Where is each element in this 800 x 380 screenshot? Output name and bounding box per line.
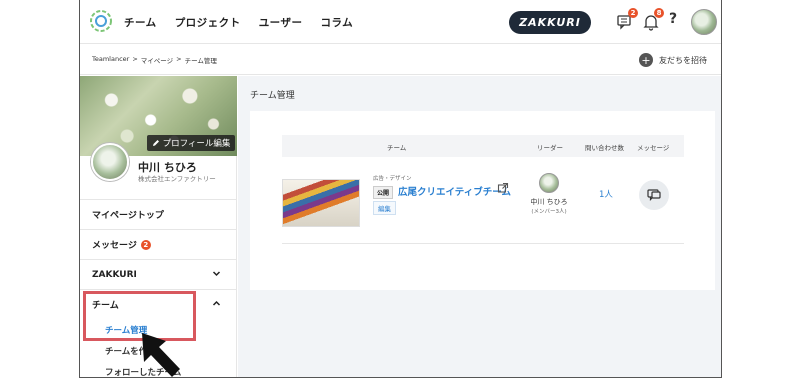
nav-column[interactable]: コラム [320, 15, 353, 30]
invite-label: 友だちを招待 [659, 55, 707, 65]
visibility-badge: 公開 [373, 186, 394, 199]
app-frame: チーム プロジェクト ユーザー コラム ZAKKURI 2 8 ? Teamla… [79, 0, 722, 378]
page-title: チーム管理 [250, 91, 295, 101]
profile-avatar [91, 143, 129, 181]
sidebar-item-message[interactable]: メッセージ 2 [80, 229, 237, 259]
top-header: チーム プロジェクト ユーザー コラム ZAKKURI 2 8 ? [80, 0, 721, 44]
breadcrumb-separator: > [176, 55, 182, 63]
help-icon[interactable]: ? [669, 11, 677, 27]
nav-team[interactable]: チーム [124, 15, 157, 30]
leader-name: 中川 ちひろ [530, 198, 568, 206]
message-count-badge: 2 [140, 239, 151, 250]
edit-team-button[interactable]: 編集 [373, 201, 396, 215]
col-inquiries: 問い合わせ数 [585, 144, 624, 152]
breadcrumb-mypage[interactable]: マイページ [141, 55, 173, 65]
sidebar-item-label: メッセージ [92, 241, 137, 251]
col-team: チーム [387, 144, 407, 152]
breadcrumb: Teamlancer > マイページ > チーム管理 [92, 55, 217, 65]
col-message: メッセージ [637, 144, 670, 152]
user-avatar[interactable] [691, 9, 717, 35]
nav-users[interactable]: ユーザー [259, 15, 303, 30]
pencil-icon [152, 140, 159, 146]
notifications-badge: 8 [654, 8, 664, 18]
leader-member-count: (メンバー3人) [531, 209, 567, 215]
sidebar-item-label: マイページトップ [92, 211, 164, 221]
message-button[interactable] [639, 180, 669, 210]
inquiry-count-link[interactable]: 1人 [599, 188, 613, 200]
chevron-up-icon [212, 299, 221, 311]
breadcrumb-bar: Teamlancer > マイページ > チーム管理 + 友だちを招待 [80, 45, 721, 75]
leader-avatar[interactable] [539, 173, 559, 193]
notifications-button[interactable]: 8 [641, 8, 664, 32]
plus-icon: + [639, 53, 653, 67]
main-nav: チーム プロジェクト ユーザー コラム [124, 0, 353, 44]
breadcrumb-separator: > [132, 55, 138, 63]
team-thumbnail[interactable] [282, 179, 360, 227]
messages-button[interactable]: 2 [615, 8, 638, 32]
site-logo-icon[interactable] [89, 9, 113, 33]
sidebar-item-label: ZAKKURI [92, 269, 137, 280]
table-header: チーム リーダー 問い合わせ数 メッセージ [282, 135, 684, 157]
zakkuri-button[interactable]: ZAKKURI [509, 11, 591, 34]
sidebar-item-zakkuri[interactable]: ZAKKURI [80, 259, 237, 289]
table-row: 広告・デザイン 公開 広尾クリエイティブチーム 編集 中川 ちひろ (メンバー3… [282, 167, 684, 244]
main-content: チーム管理 チーム リーダー 問い合わせ数 メッセージ 広告・デザイン 公開 広… [238, 76, 721, 377]
sidebar-item-mypage-top[interactable]: マイページトップ [80, 199, 237, 229]
external-link-icon[interactable] [497, 182, 509, 194]
breadcrumb-home[interactable]: Teamlancer [92, 55, 129, 65]
col-leader: リーダー [537, 144, 563, 152]
edit-profile-button[interactable]: プロフィール編集 [147, 135, 235, 151]
team-list-card: チーム リーダー 問い合わせ数 メッセージ 広告・デザイン 公開 広尾クリエイテ… [250, 111, 715, 290]
breadcrumb-current: チーム管理 [184, 57, 217, 65]
chevron-down-icon [212, 269, 221, 281]
invite-friends-button[interactable]: + 友だちを招待 [639, 53, 707, 67]
messages-badge: 2 [628, 8, 638, 18]
team-name-link[interactable]: 広尾クリエイティブチーム [398, 184, 511, 198]
team-category: 広告・デザイン [373, 176, 412, 182]
chat-icon [647, 189, 661, 201]
edit-profile-label: プロフィール編集 [162, 139, 231, 149]
user-company: 株式会社エンファクトリー [138, 175, 216, 183]
nav-project[interactable]: プロジェクト [175, 15, 241, 30]
annotation-arrow-icon [142, 333, 180, 377]
sidebar: プロフィール編集 中川 ちひろ 株式会社エンファクトリー マイページトップ メッ… [80, 76, 237, 377]
